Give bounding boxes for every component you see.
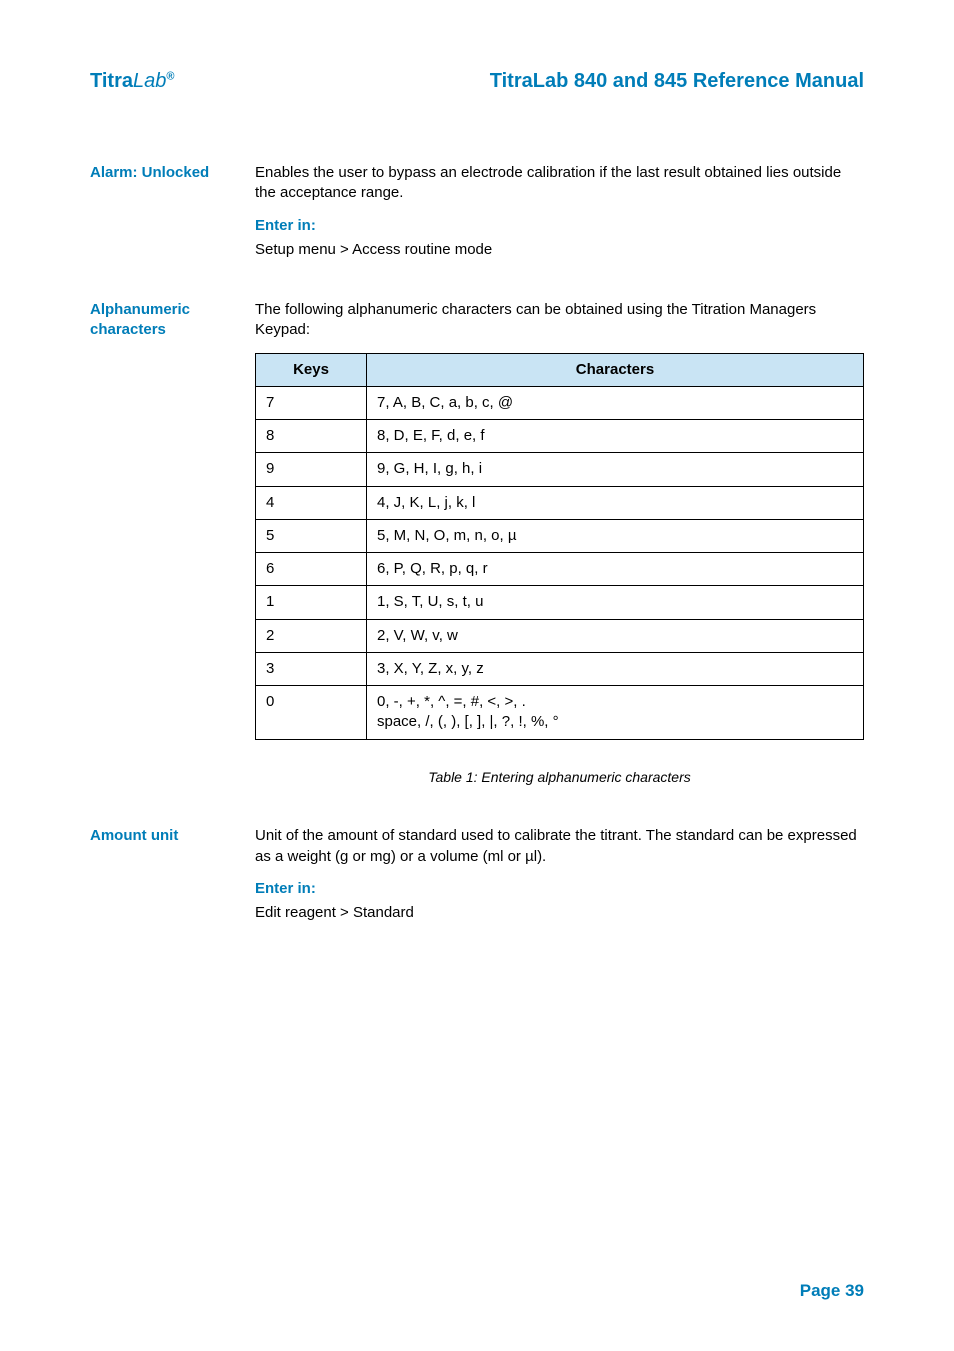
alarm-description: Enables the user to bypass an electrode … xyxy=(255,163,864,204)
enter-in-heading: Enter in: xyxy=(255,879,864,899)
cell-chars: 9, G, H, I, g, h, i xyxy=(367,453,864,486)
table-row: 22, V, W, v, w xyxy=(256,619,864,652)
table-row: 66, P, Q, R, p, q, r xyxy=(256,553,864,586)
cell-chars: 8, D, E, F, d, e, f xyxy=(367,420,864,453)
cell-chars: 7, A, B, C, a, b, c, @ xyxy=(367,386,864,419)
alphanumeric-intro: The following alphanumeric characters ca… xyxy=(255,300,864,341)
table-row: 99, G, H, I, g, h, i xyxy=(256,453,864,486)
table-row: 88, D, E, F, d, e, f xyxy=(256,420,864,453)
brand-em: Lab xyxy=(133,70,166,92)
table-row: 00, -, +, *, ^, =, #, <, >, . space, /, … xyxy=(256,686,864,740)
section-alarm-label: Alarm: Unlocked xyxy=(90,163,255,260)
cell-chars: 5, M, N, O, m, n, o, µ xyxy=(367,519,864,552)
brand: TitraLab® xyxy=(90,70,174,93)
table-row: 11, S, T, U, s, t, u xyxy=(256,586,864,619)
brand-sup: ® xyxy=(166,70,174,82)
cell-chars: 0, -, +, *, ^, =, #, <, >, . space, /, (… xyxy=(367,686,864,740)
cell-key: 2 xyxy=(256,619,367,652)
section-amount-label: Amount unit xyxy=(90,826,255,923)
enter-in-heading: Enter in: xyxy=(255,216,864,236)
enter-in-path: Edit reagent > Standard xyxy=(255,903,864,923)
cell-key: 6 xyxy=(256,553,367,586)
enter-in-path: Setup menu > Access routine mode xyxy=(255,240,864,260)
brand-prefix: Titra xyxy=(90,70,133,92)
amount-description: Unit of the amount of standard used to c… xyxy=(255,826,864,867)
cell-key: 9 xyxy=(256,453,367,486)
cell-key: 8 xyxy=(256,420,367,453)
th-keys: Keys xyxy=(256,353,367,386)
table-header-row: Keys Characters xyxy=(256,353,864,386)
section-amount-body: Unit of the amount of standard used to c… xyxy=(255,826,864,923)
header: TitraLab® TitraLab 840 and 845 Reference… xyxy=(90,70,864,93)
cell-key: 3 xyxy=(256,652,367,685)
cell-chars: 4, J, K, L, j, k, l xyxy=(367,486,864,519)
table-row: 55, M, N, O, m, n, o, µ xyxy=(256,519,864,552)
page-number: Page 39 xyxy=(800,1281,864,1301)
section-alphanumeric-label: Alphanumeric characters xyxy=(90,300,255,786)
alphanumeric-table: Keys Characters 77, A, B, C, a, b, c, @8… xyxy=(255,353,864,740)
section-alphanumeric-body: The following alphanumeric characters ca… xyxy=(255,300,864,786)
section-amount: Amount unit Unit of the amount of standa… xyxy=(90,826,864,923)
section-alarm: Alarm: Unlocked Enables the user to bypa… xyxy=(90,163,864,260)
cell-chars: 6, P, Q, R, p, q, r xyxy=(367,553,864,586)
doc-title: TitraLab 840 and 845 Reference Manual xyxy=(490,70,864,93)
th-chars: Characters xyxy=(367,353,864,386)
cell-key: 7 xyxy=(256,386,367,419)
section-alphanumeric: Alphanumeric characters The following al… xyxy=(90,300,864,786)
cell-chars: 1, S, T, U, s, t, u xyxy=(367,586,864,619)
table-row: 77, A, B, C, a, b, c, @ xyxy=(256,386,864,419)
table-row: 44, J, K, L, j, k, l xyxy=(256,486,864,519)
section-alarm-body: Enables the user to bypass an electrode … xyxy=(255,163,864,260)
cell-chars: 3, X, Y, Z, x, y, z xyxy=(367,652,864,685)
page: TitraLab® TitraLab 840 and 845 Reference… xyxy=(0,0,954,1351)
cell-key: 4 xyxy=(256,486,367,519)
cell-key: 5 xyxy=(256,519,367,552)
cell-key: 1 xyxy=(256,586,367,619)
table-row: 33, X, Y, Z, x, y, z xyxy=(256,652,864,685)
table-body: 77, A, B, C, a, b, c, @88, D, E, F, d, e… xyxy=(256,386,864,739)
table-caption: Table 1: Entering alphanumeric character… xyxy=(255,768,864,787)
cell-key: 0 xyxy=(256,686,367,740)
cell-chars: 2, V, W, v, w xyxy=(367,619,864,652)
